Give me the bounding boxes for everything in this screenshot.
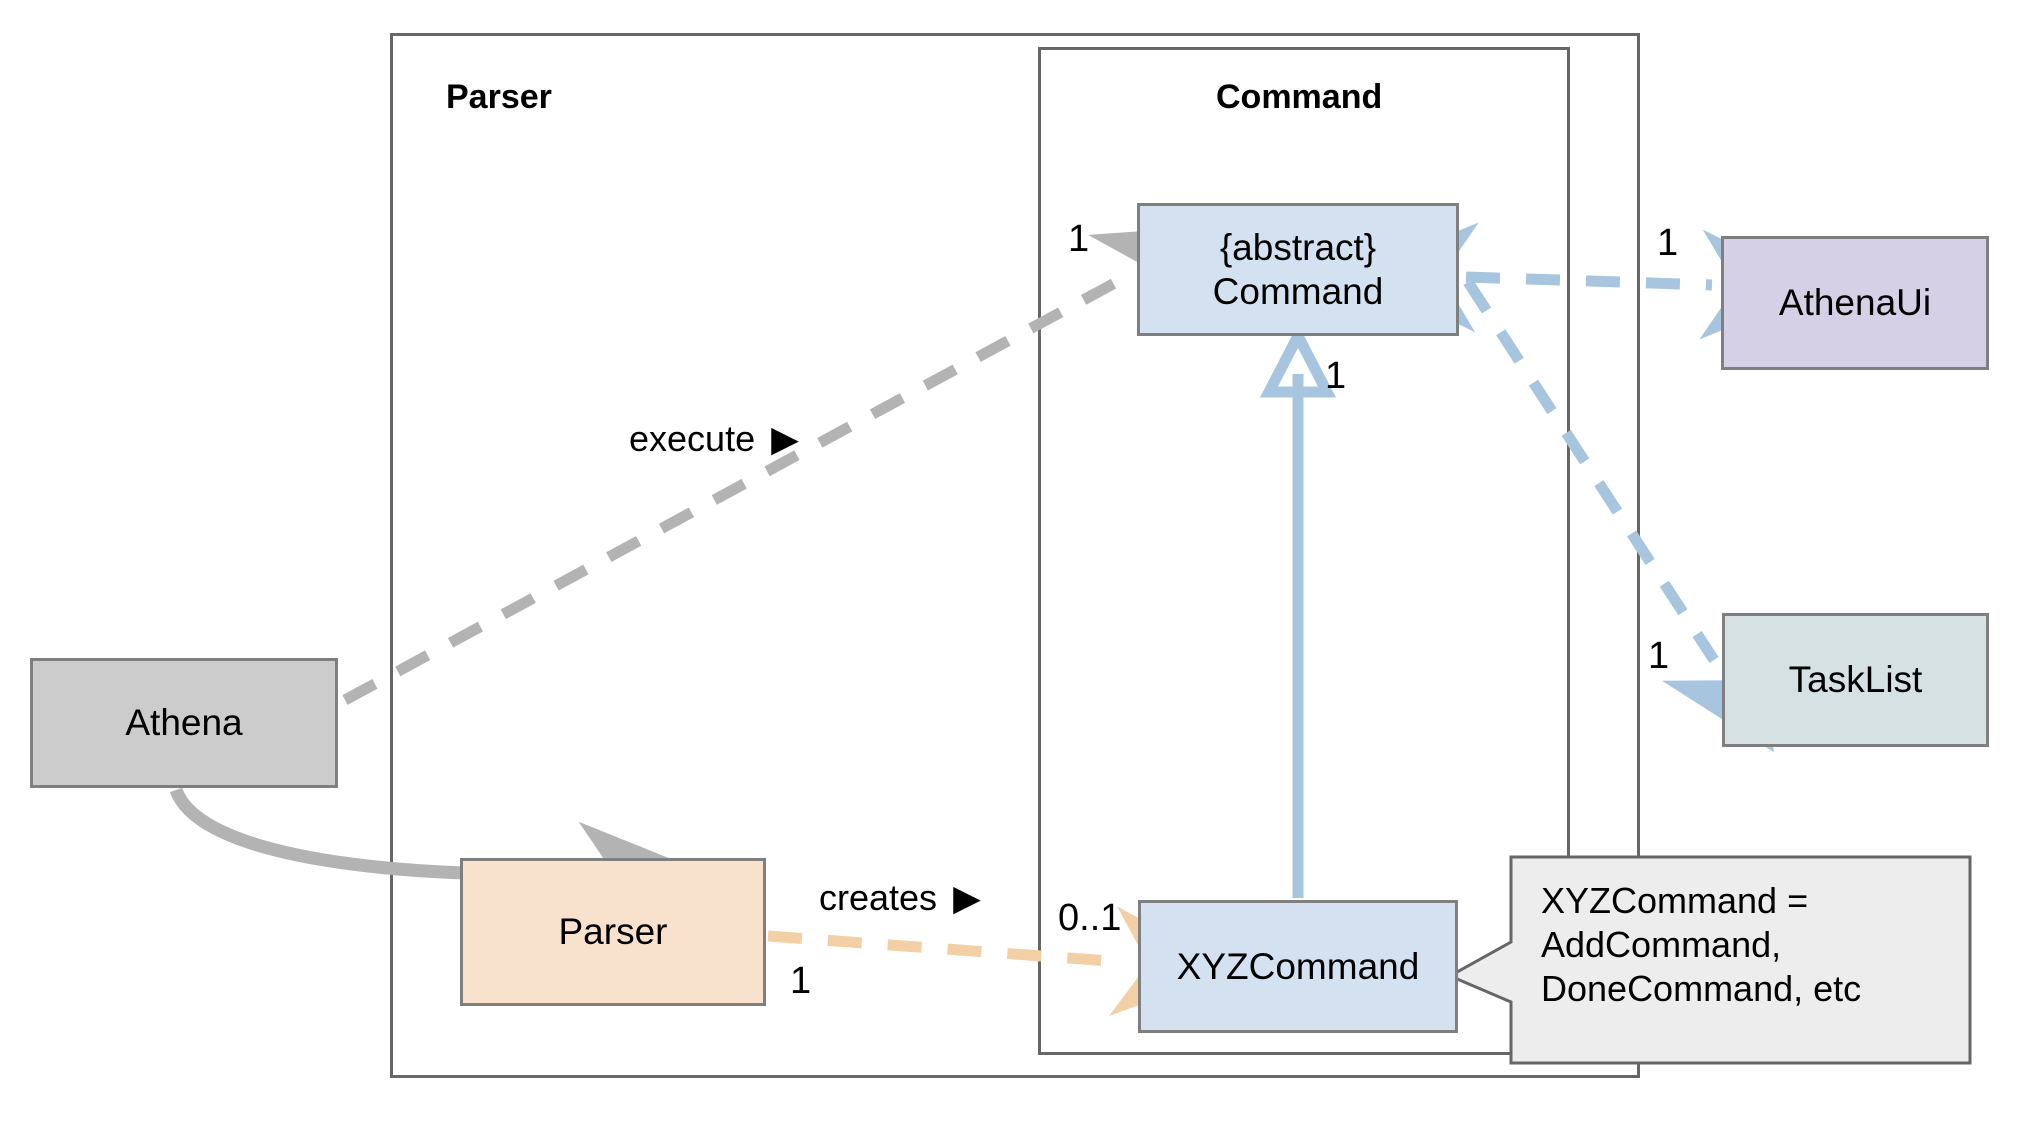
edge-athena-to-command bbox=[342, 225, 1221, 705]
class-tasklist[interactable]: TaskList bbox=[1722, 613, 1989, 747]
class-xyzcommand-label: XYZCommand bbox=[1176, 945, 1420, 987]
class-command-label: Command bbox=[1212, 270, 1384, 312]
multiplicity-athena-to-command: 1 bbox=[1068, 218, 1090, 260]
multiplicity-xyzcommand-to-command: 1 bbox=[1325, 355, 1347, 397]
edge-label-execute-text: execute bbox=[629, 418, 756, 459]
multiplicity-command-to-athenaui: 1 bbox=[1657, 222, 1679, 264]
uml-class-diagram-canvas: Parser Command Athena Parser {abstract} … bbox=[0, 0, 2028, 1122]
edge-label-execute: execute ▶ bbox=[629, 418, 799, 460]
class-command[interactable]: {abstract} Command bbox=[1137, 203, 1459, 336]
class-command-stereotype: {abstract} bbox=[1219, 226, 1377, 268]
note-xyzcommand-expansion: XYZCommand = AddCommand, DoneCommand, et… bbox=[1541, 880, 1862, 1009]
class-xyzcommand[interactable]: XYZCommand bbox=[1138, 900, 1458, 1033]
creates-direction-triangle-icon: ▶ bbox=[953, 877, 981, 918]
execute-direction-triangle-icon: ▶ bbox=[771, 418, 799, 459]
edge-command-to-tasklist bbox=[1463, 278, 1775, 753]
class-tasklist-label: TaskList bbox=[1788, 659, 1923, 701]
class-athena[interactable]: Athena bbox=[30, 658, 338, 788]
edge-xyzcommand-generalizes-command bbox=[1259, 324, 1337, 898]
edge-label-creates: creates ▶ bbox=[819, 877, 981, 919]
multiplicity-parser-creates-target: 0..1 bbox=[1058, 897, 1122, 939]
class-parser[interactable]: Parser bbox=[460, 858, 766, 1006]
class-athena-label: Athena bbox=[125, 702, 243, 744]
class-parser-label: Parser bbox=[558, 911, 668, 953]
class-athenaui[interactable]: AthenaUi bbox=[1721, 236, 1989, 370]
edge-label-creates-text: creates bbox=[819, 877, 938, 918]
multiplicity-parser-creates-source: 1 bbox=[790, 960, 812, 1002]
multiplicity-command-to-tasklist: 1 bbox=[1648, 635, 1670, 677]
edge-command-to-athenaui bbox=[1356, 222, 1822, 340]
class-athenaui-label: AthenaUi bbox=[1778, 282, 1932, 324]
